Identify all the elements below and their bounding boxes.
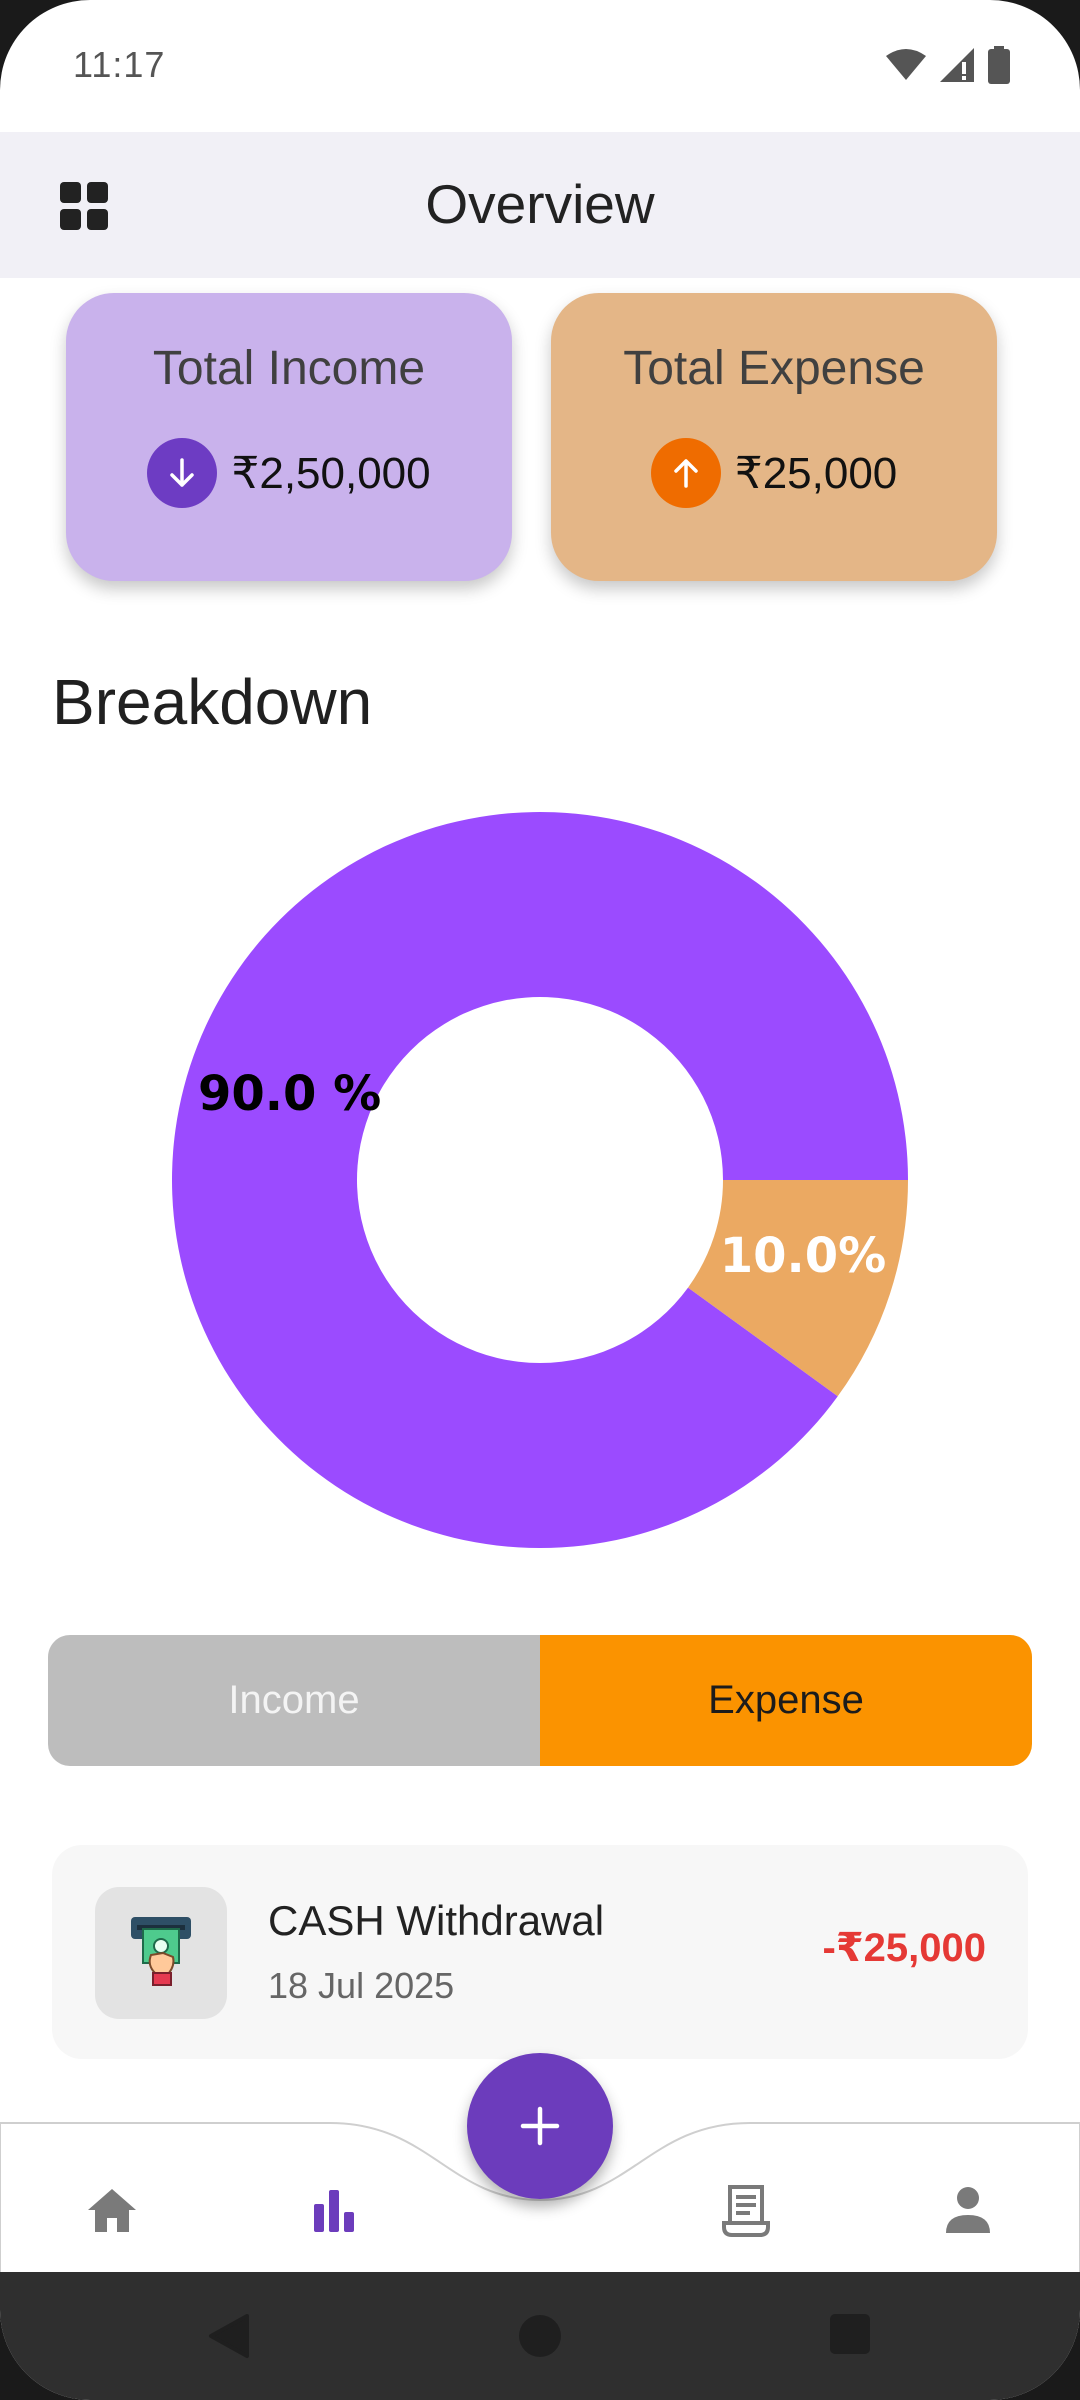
donut-chart: 90.0 % 10.0% bbox=[172, 812, 909, 1549]
atm-cash-icon bbox=[95, 1887, 227, 2019]
app-bar: Overview bbox=[0, 132, 1080, 278]
total-income-amount: ₹2,50,000 bbox=[231, 448, 431, 498]
back-icon[interactable] bbox=[205, 2312, 253, 2360]
transaction-item[interactable]: CASH Withdrawal 18 Jul 2025 -₹25,000 bbox=[52, 1845, 1028, 2059]
donut-label-expense: 10.0% bbox=[720, 1228, 887, 1284]
total-expense-title: Total Expense bbox=[623, 342, 925, 395]
transaction-title: CASH Withdrawal bbox=[268, 1897, 605, 1944]
plus-icon bbox=[520, 2106, 560, 2146]
breakdown-chart: 90.0 % 10.0% bbox=[0, 770, 1080, 1590]
system-navigation-bar bbox=[0, 2272, 1080, 2400]
page-title: Overview bbox=[425, 173, 655, 235]
total-expense-amount-row: ₹25,000 bbox=[551, 438, 997, 508]
arrow-up-icon bbox=[650, 438, 721, 508]
receipt-icon[interactable] bbox=[706, 2170, 786, 2250]
recents-icon[interactable] bbox=[828, 2312, 872, 2356]
transaction-amount: -₹25,000 bbox=[822, 1926, 987, 1970]
home-circle-icon[interactable] bbox=[516, 2312, 564, 2360]
wifi-icon bbox=[886, 49, 926, 80]
breakdown-title: Breakdown bbox=[52, 666, 373, 738]
arrow-down-icon bbox=[147, 438, 218, 508]
status-icons bbox=[886, 46, 1010, 84]
total-expense-amount: ₹25,000 bbox=[734, 448, 898, 498]
total-income-amount-row: ₹2,50,000 bbox=[66, 438, 512, 508]
home-icon[interactable] bbox=[72, 2170, 152, 2250]
stats-icon[interactable] bbox=[294, 2170, 374, 2250]
add-transaction-button[interactable] bbox=[467, 2053, 613, 2199]
phone-screen: 11:17 Overview Total Income ₹2,50,000 To… bbox=[0, 0, 1080, 2400]
battery-icon bbox=[988, 46, 1010, 84]
expense-toggle-button[interactable]: Expense bbox=[540, 1635, 1032, 1766]
transaction-date: 18 Jul 2025 bbox=[268, 1965, 455, 2006]
income-toggle-button[interactable]: Income bbox=[48, 1635, 540, 1766]
type-toggle: Income Expense bbox=[48, 1635, 1032, 1766]
status-time: 11:17 bbox=[73, 44, 166, 85]
status-bar: 11:17 bbox=[0, 0, 1080, 132]
signal-icon bbox=[940, 48, 974, 82]
donut-label-income: 90.0 % bbox=[198, 1066, 381, 1122]
total-income-title: Total Income bbox=[152, 342, 426, 395]
profile-icon[interactable] bbox=[928, 2170, 1008, 2250]
total-income-card[interactable]: Total Income ₹2,50,000 bbox=[66, 293, 512, 581]
total-expense-card[interactable]: Total Expense ₹25,000 bbox=[551, 293, 997, 581]
